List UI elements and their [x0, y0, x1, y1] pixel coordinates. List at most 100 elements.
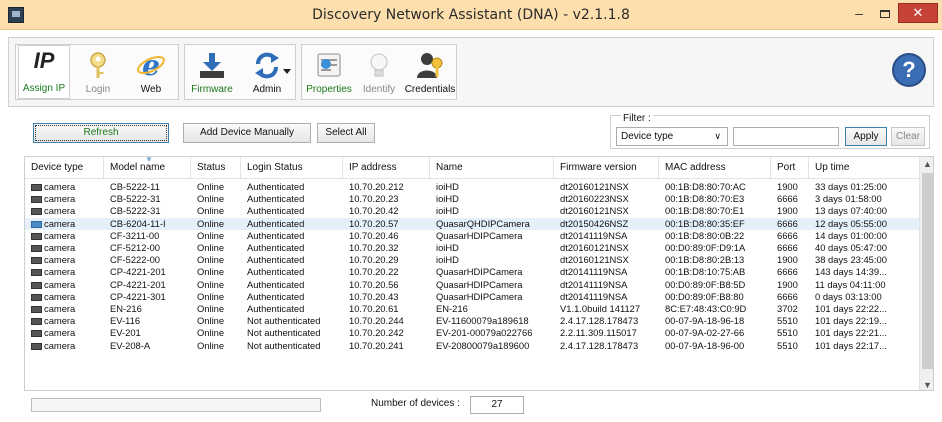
browser-icon: e — [137, 50, 165, 80]
cell-text: EV-201 — [110, 327, 141, 339]
cell-text: 33 days 01:25:00 — [815, 181, 887, 192]
maximize-icon — [880, 10, 890, 18]
cell-device-type: camera — [25, 242, 104, 254]
table-row[interactable]: camera CB-6204-11-I Online Authenticated 10.… — [25, 217, 919, 230]
column-header-mac-address[interactable]: MAC address — [659, 157, 771, 179]
table-row[interactable]: camera CF-5212-00 Online Authenticated 10.70… — [25, 242, 919, 254]
cell-text: 00:1B:D8:80:70:AC — [665, 181, 746, 192]
cell-login-status: Authenticated — [241, 218, 343, 230]
web-button[interactable]: e Web — [126, 45, 176, 99]
cell-text: dt20160121NSX — [560, 181, 629, 192]
table-row[interactable]: camera EV-201 Online Not authenticated 10.70… — [25, 327, 919, 339]
admin-button[interactable]: Admin — [241, 45, 293, 99]
login-button[interactable]: Login — [74, 45, 122, 99]
table-row[interactable]: camera CP-4221-201 Online Authenticated 10.7… — [25, 266, 919, 278]
table-row[interactable]: camera CF-5222-00 Online Authenticated 10.70… — [25, 254, 919, 266]
cell-port: 6666 — [771, 193, 809, 205]
cell-text: EN-216 — [436, 303, 468, 314]
identify-button[interactable]: Identify — [356, 45, 402, 99]
clear-button[interactable]: Clear — [891, 127, 925, 146]
cell-up-time: 38 days 23:45:00 — [809, 254, 919, 266]
select-all-button[interactable]: Select All — [317, 123, 375, 143]
cell-up-time: 3 days 01:58:00 — [809, 193, 919, 205]
cell-text: 1900 — [777, 181, 798, 192]
cell-text: Online — [197, 315, 225, 327]
properties-label: Properties — [306, 84, 352, 95]
firmware-button[interactable]: Firmware — [187, 45, 237, 99]
cell-text: 6666 — [777, 193, 798, 205]
cell-port: 6666 — [771, 242, 809, 254]
cell-ip-address: 10.70.20.46 — [343, 230, 430, 242]
vertical-scrollbar[interactable]: ▲ ▼ — [919, 157, 933, 390]
cell-text: 00:1B:D8:80:2B:13 — [665, 254, 745, 266]
toolbar-group-maintenance: Firmware Admin — [184, 44, 296, 100]
cell-text: EV-20800079a189600 — [436, 339, 530, 351]
identify-label: Identify — [362, 84, 396, 95]
cell-text: 6666 — [777, 229, 798, 241]
filter-type-select[interactable]: Device type ∨ — [616, 127, 728, 146]
cell-device-type: camera — [25, 254, 104, 266]
close-button[interactable]: ✕ — [898, 3, 938, 23]
cell-text: CF-5222-00 — [110, 254, 161, 266]
help-button[interactable]: ? — [892, 53, 926, 87]
camera-icon — [31, 330, 42, 338]
cell-text: Authenticated — [247, 254, 305, 266]
cell-mac-address: 00:D0:89:0F:B8:5D — [659, 279, 771, 291]
cell-port: 6666 — [771, 218, 809, 230]
table-row[interactable]: camera CP-4221-301 Online Authenticated 10.7… — [25, 291, 919, 303]
cell-text: 3 days 01:58:00 — [815, 193, 882, 205]
cell-up-time: 14 days 01:00:00 — [809, 230, 919, 242]
cell-text: dt20160121NSX — [560, 205, 629, 217]
cell-status: Online — [191, 242, 241, 254]
maximize-button[interactable] — [873, 6, 897, 24]
cell-text: 10.70.20.212 — [349, 181, 404, 192]
cell-port: 1900 — [771, 254, 809, 266]
minimize-button[interactable]: – — [847, 6, 871, 24]
cell-text: Not authenticated — [247, 327, 321, 339]
chevron-down-icon: ∨ — [714, 131, 721, 141]
cell-text: 2.4.17.128.178473 — [560, 315, 639, 327]
scroll-down-icon[interactable]: ▼ — [920, 380, 933, 390]
table-row[interactable]: camera EV-208-A Online Not authenticated 10.… — [25, 340, 919, 352]
cell-login-status: Not authenticated — [241, 327, 343, 339]
column-header-login-status[interactable]: Login Status — [241, 157, 343, 179]
cell-up-time: 143 days 14:39... — [809, 266, 919, 278]
cell-name: ioiHD — [430, 254, 554, 266]
table-row[interactable]: camera CB-5222-31 Online Authenticated 10.70… — [25, 193, 919, 205]
column-header-status[interactable]: Status — [191, 157, 241, 179]
filter-group: Filter : Device type ∨ Apply Clear — [610, 113, 930, 149]
scrollbar-thumb[interactable] — [922, 173, 933, 369]
refresh-button[interactable]: Refresh — [33, 123, 169, 143]
table-row[interactable]: camera EN-216 Online Authenticated 10.70.20.… — [25, 303, 919, 315]
cell-text: CF-3211-00 — [110, 229, 160, 241]
cell-text: 11 days 04:11:00 — [815, 278, 886, 290]
camera-icon — [31, 257, 42, 265]
key-icon — [90, 52, 106, 78]
table-row[interactable]: camera EV-116 Online Not authenticated 10.70… — [25, 315, 919, 327]
cell-status: Online — [191, 340, 241, 352]
column-header-port[interactable]: Port — [771, 157, 809, 179]
column-header-ip-address[interactable]: IP address — [343, 157, 430, 179]
table-row[interactable]: camera CB-5222-11 Online Authenticated 10.70… — [25, 181, 919, 193]
bulb-icon — [370, 53, 388, 77]
table-row[interactable]: camera CP-4221-201 Online Authenticated 10.7… — [25, 279, 919, 291]
cell-ip-address: 10.70.20.244 — [343, 315, 430, 327]
add-device-manually-button[interactable]: Add Device Manually — [183, 123, 311, 143]
table-row[interactable]: camera CB-5222-31 Online Authenticated 10.70… — [25, 205, 919, 217]
title-bar: Discovery Network Assistant (DNA) - v2.1… — [0, 0, 942, 30]
filter-text-input[interactable] — [733, 127, 839, 146]
table-row[interactable]: camera CF-3211-00 Online Authenticated 10.70… — [25, 230, 919, 242]
credentials-button[interactable]: Credentials — [404, 45, 456, 99]
apply-button[interactable]: Apply — [845, 127, 887, 146]
column-header-firmware-version[interactable]: Firmware version — [554, 157, 659, 179]
cell-text: 8C:E7:48:43:C0:9D — [665, 303, 747, 314]
camera-icon — [31, 208, 42, 216]
cell-text: camera — [44, 303, 76, 314]
column-header-name[interactable]: Name — [430, 157, 554, 179]
column-header-up-time[interactable]: Up time — [809, 157, 919, 179]
properties-button[interactable]: Properties — [304, 45, 354, 99]
column-header-device-type[interactable]: Device type — [25, 157, 104, 179]
cell-port: 1900 — [771, 205, 809, 217]
scroll-up-icon[interactable]: ▲ — [920, 159, 933, 169]
assign-ip-button[interactable]: IP Assign IP — [18, 45, 70, 99]
